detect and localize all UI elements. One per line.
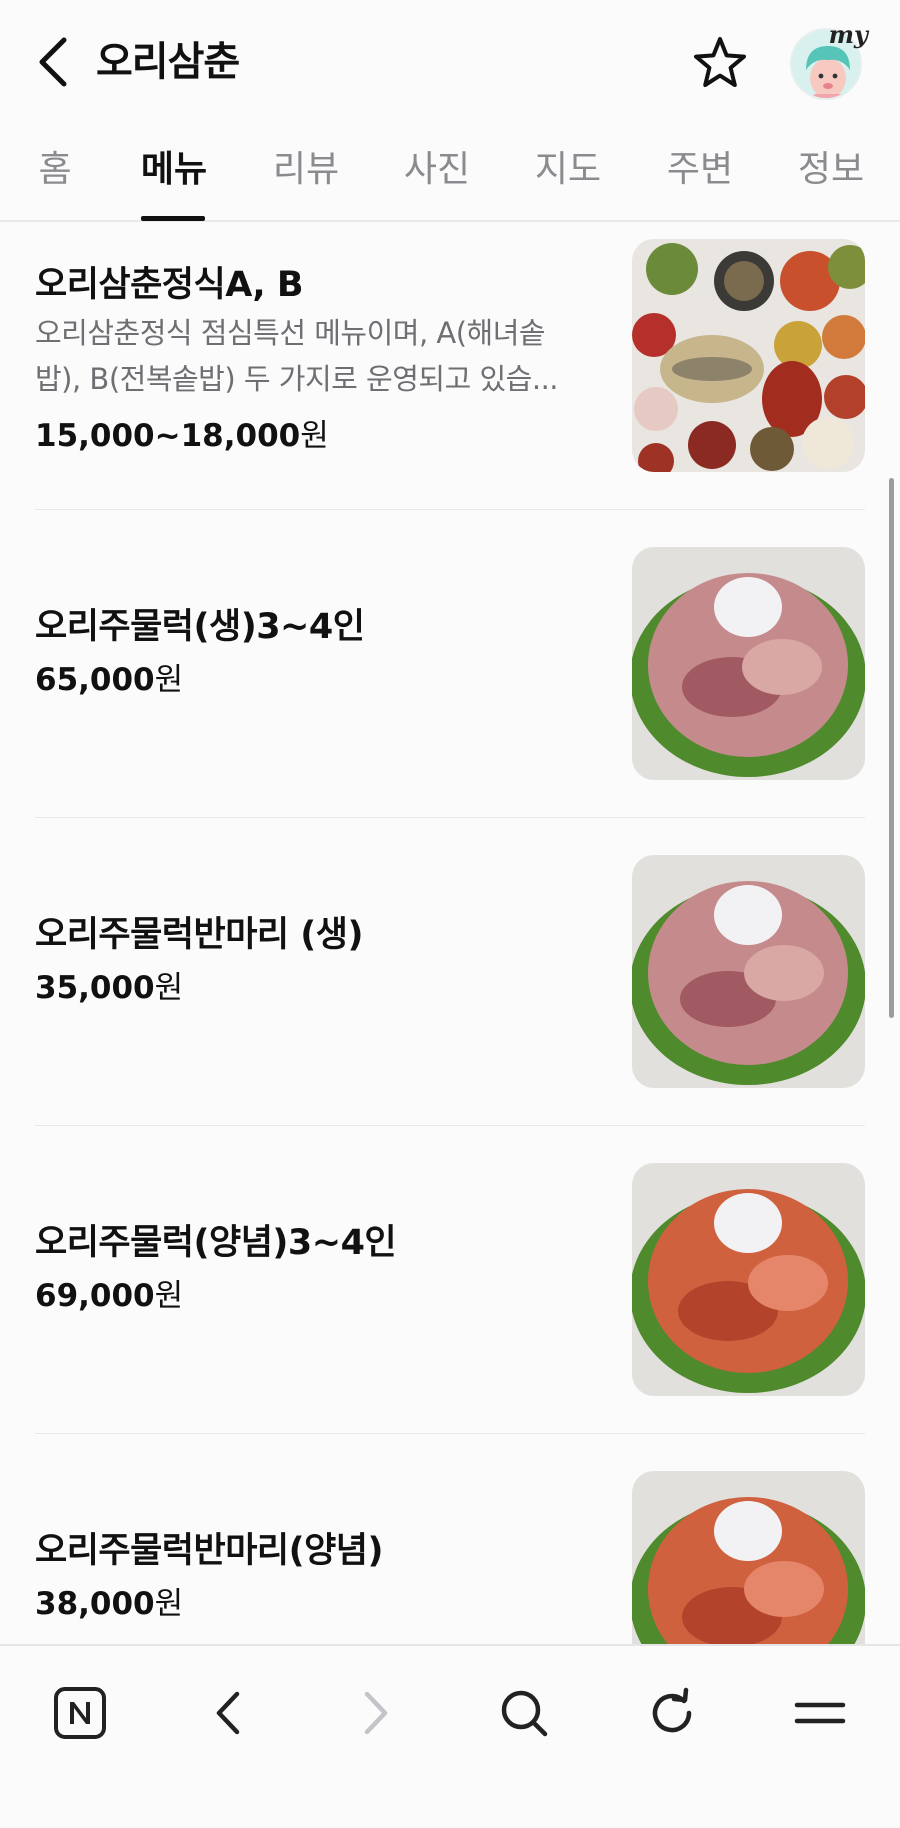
price-unit: 원 (154, 970, 184, 1006)
korean-set-meal-photo[interactable] (632, 239, 865, 472)
search-icon (501, 1690, 548, 1737)
browser-bottom-bar (0, 1644, 900, 1828)
naver-home-icon (54, 1687, 106, 1739)
menu-item-name: 오리주물럭반마리 (생) (35, 915, 363, 955)
tab-menu[interactable]: 메뉴 (138, 138, 210, 202)
price-unit: 원 (154, 1278, 184, 1314)
menu-item-price: 65,000원 (35, 654, 183, 699)
raw-duck-bulgogi-photo[interactable] (632, 547, 865, 780)
menu-item-name: 오리주물럭(양념)3~4인 (35, 1223, 397, 1263)
my-profile-avatar[interactable]: my (786, 20, 868, 102)
tab-photos[interactable]: 사진 (401, 138, 473, 202)
active-tab-indicator (141, 216, 205, 221)
back-button[interactable] (28, 30, 78, 94)
browser-back-button[interactable] (188, 1678, 268, 1748)
star-icon (694, 37, 746, 87)
raw-duck-bulgogi-half-photo[interactable] (632, 855, 865, 1088)
tab-map[interactable]: 지도 (532, 138, 604, 202)
tab-bar: 홈 메뉴 리뷰 사진 지도 주변 정보 (0, 118, 900, 222)
menu-item-name: 오리주물럭(생)3~4인 (35, 607, 365, 647)
search-button[interactable] (484, 1678, 564, 1748)
naver-home-button[interactable] (40, 1678, 120, 1748)
menu-item-price: 38,000원 (35, 1578, 183, 1623)
menu-list[interactable]: 오리삼춘정식A, B 오리삼춘정식 점심특선 메뉴이며, A(해녀솥 밥), B… (0, 224, 900, 1644)
price-value: 35,000 (35, 970, 155, 1006)
price-value: 69,000 (35, 1278, 155, 1314)
price-value: 65,000 (35, 662, 155, 698)
favorite-button[interactable] (690, 32, 750, 92)
menu-item-price: 69,000원 (35, 1270, 183, 1315)
price-value: 15,000~18,000 (35, 418, 301, 454)
menu-item-name: 오리삼춘정식A, B (35, 265, 304, 305)
seasoned-duck-bulgogi-half-photo[interactable] (632, 1471, 865, 1644)
menu-item-name: 오리주물럭반마리(양념) (35, 1531, 384, 1571)
tab-reviews[interactable]: 리뷰 (270, 138, 342, 202)
back-arrow-icon (216, 1691, 240, 1735)
menu-item-description-line: 밥), B(전복솥밥) 두 가지로 운영되고 있습... (35, 362, 559, 396)
refresh-button[interactable] (632, 1678, 712, 1748)
menu-item-description-line: 오리삼춘정식 점심특선 메뉴이며, A(해녀솥 (35, 316, 546, 350)
page-title: 오리삼춘 (96, 39, 240, 85)
top-header: 오리삼춘 my (0, 0, 900, 120)
tab-nearby[interactable]: 주변 (664, 138, 736, 202)
price-value: 38,000 (35, 1586, 155, 1622)
tab-home[interactable]: 홈 (32, 138, 78, 202)
chevron-left-icon (39, 37, 67, 87)
menu-item[interactable]: 오리주물럭(양념)3~4인 69,000원 (35, 1126, 865, 1434)
menu-icon (794, 1702, 846, 1724)
menu-item-price: 15,000~18,000원 (35, 410, 329, 455)
browser-forward-button[interactable] (336, 1678, 416, 1748)
menu-item[interactable]: 오리주물럭(생)3~4인 65,000원 (35, 510, 865, 818)
tab-info[interactable]: 정보 (795, 138, 867, 202)
menu-button[interactable] (780, 1678, 860, 1748)
my-badge: my (828, 20, 868, 49)
price-unit: 원 (154, 1586, 184, 1622)
refresh-icon (652, 1687, 692, 1733)
menu-item-description: 오리삼춘정식 점심특선 메뉴이며, A(해녀솥 밥), B(전복솥밥) 두 가지… (35, 310, 595, 402)
menu-item[interactable]: 오리주물럭반마리 (생) 35,000원 (35, 818, 865, 1126)
price-unit: 원 (300, 418, 329, 454)
forward-arrow-icon (364, 1691, 388, 1735)
menu-item[interactable]: 오리삼춘정식A, B 오리삼춘정식 점심특선 메뉴이며, A(해녀솥 밥), B… (35, 224, 865, 510)
menu-item-price: 35,000원 (35, 962, 183, 1007)
menu-item[interactable]: 오리주물럭반마리(양념) 38,000원 (35, 1434, 865, 1644)
price-unit: 원 (154, 662, 184, 698)
scrollbar[interactable] (889, 478, 894, 1018)
seasoned-duck-bulgogi-photo[interactable] (632, 1163, 865, 1396)
